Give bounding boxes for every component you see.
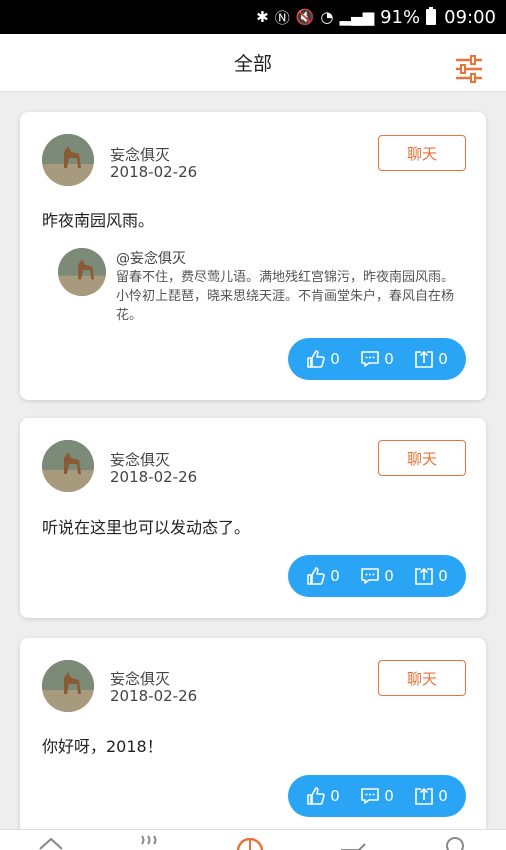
comment-icon (361, 351, 380, 367)
like-icon (307, 350, 325, 368)
battery-level: 91% (380, 6, 421, 28)
post-text: 听说在这里也可以发动态了。 (42, 518, 251, 537)
user-name[interactable]: 妄念俱灭 (110, 144, 170, 165)
post-actions: 0 0 0 (288, 555, 466, 597)
post-card: 妄念俱灭 2018-02-26 聊天 你好呀，2018！ 0 0 0 (20, 638, 486, 838)
signal-icon: ▂▄▆ (339, 8, 375, 26)
page-title: 全部 (233, 53, 272, 75)
post-actions: 0 0 0 (288, 775, 466, 817)
comment-icon (361, 788, 380, 804)
like-icon (307, 787, 325, 805)
quoted-author: @妄念俱灭 (116, 251, 186, 267)
like-button[interactable]: 0 (306, 786, 340, 806)
share-button[interactable]: 0 (414, 349, 448, 369)
quoted-post[interactable]: @妄念俱灭 留春不住，费尽莺儿语。满地残红宫锦污，昨夜南园风雨。小怜初上琵琶，晓… (58, 248, 456, 328)
share-icon (415, 350, 434, 368)
post-text: 你好呀，2018！ (42, 737, 163, 756)
like-button[interactable]: 0 (306, 349, 340, 369)
like-count: 0 (330, 787, 340, 805)
hot-icon[interactable] (136, 834, 162, 850)
basketball-icon[interactable] (237, 838, 263, 850)
share-count: 0 (438, 567, 448, 585)
share-count: 0 (438, 350, 448, 368)
share-icon (415, 787, 434, 805)
filter-icon[interactable] (454, 54, 484, 84)
avatar[interactable] (42, 440, 94, 492)
home-icon[interactable] (38, 836, 64, 850)
like-icon (307, 567, 325, 585)
post-date: 2018-02-26 (110, 163, 198, 181)
wifi-icon: ◔ (320, 8, 334, 26)
chat-button[interactable]: 聊天 (378, 135, 466, 171)
bluetooth-icon: ✱ (256, 8, 269, 26)
comment-count: 0 (384, 350, 394, 368)
avatar[interactable] (42, 134, 94, 186)
comment-count: 0 (384, 787, 394, 805)
nfc-icon: Ⓝ (274, 8, 290, 27)
post-text: 昨夜南园风雨。 (42, 211, 155, 230)
status-icons: ✱ Ⓝ 🔇 ◔ ▂▄▆ (256, 7, 374, 28)
comment-button[interactable]: 0 (360, 349, 394, 369)
comment-button[interactable]: 0 (360, 786, 394, 806)
post-date: 2018-02-26 (110, 687, 198, 705)
profile-icon[interactable] (442, 836, 468, 850)
share-button[interactable]: 0 (414, 786, 448, 806)
avatar[interactable] (42, 660, 94, 712)
share-count: 0 (438, 787, 448, 805)
comment-button[interactable]: 0 (360, 566, 394, 586)
comment-icon (361, 568, 380, 584)
quoted-text: 留春不住，费尽莺儿语。满地残红宫锦污，昨夜南园风雨。小怜初上琵琶，晓来思绕天涯。… (116, 270, 455, 323)
like-count: 0 (330, 567, 340, 585)
user-name[interactable]: 妄念俱灭 (110, 668, 170, 689)
user-name[interactable]: 妄念俱灭 (110, 449, 170, 470)
share-icon (415, 567, 434, 585)
chat-button[interactable]: 聊天 (378, 660, 466, 696)
post-actions: 0 0 0 (288, 338, 466, 380)
battery-icon (426, 7, 437, 25)
app-header: 全部 (0, 34, 506, 92)
post-card: 妄念俱灭 2018-02-26 聊天 听说在这里也可以发动态了。 0 0 0 (20, 418, 486, 618)
status-bar: ✱ Ⓝ 🔇 ◔ ▂▄▆ 91% 09:00 (0, 0, 506, 34)
share-button[interactable]: 0 (414, 566, 448, 586)
post-card: 妄念俱灭 2018-02-26 聊天 昨夜南园风雨。 @妄念俱灭 留春不住，费尽… (20, 112, 486, 400)
car-icon[interactable] (340, 840, 366, 850)
quoted-avatar (58, 248, 106, 296)
post-date: 2018-02-26 (110, 468, 198, 486)
comment-count: 0 (384, 567, 394, 585)
like-button[interactable]: 0 (306, 566, 340, 586)
mute-icon: 🔇 (295, 8, 315, 26)
chat-button[interactable]: 聊天 (378, 440, 466, 476)
bottom-nav (0, 829, 506, 850)
clock: 09:00 (444, 6, 496, 28)
like-count: 0 (330, 350, 340, 368)
